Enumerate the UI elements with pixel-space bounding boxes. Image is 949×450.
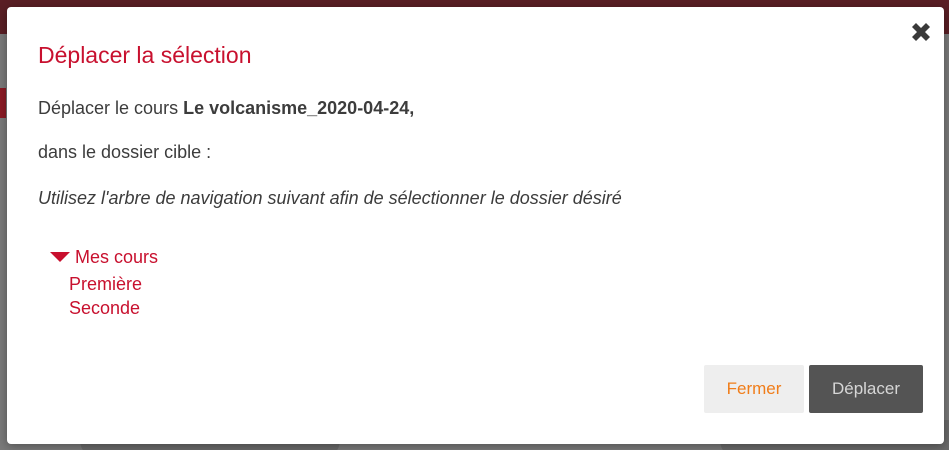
tree-root-label: Mes cours xyxy=(75,246,159,267)
background-edge-marker xyxy=(0,88,6,118)
target-folder-label: dans le dossier cible : xyxy=(38,142,212,162)
tree-children: Première Seconde xyxy=(69,272,158,320)
move-description-prefix: Déplacer le cours xyxy=(38,98,184,118)
navigation-instruction: Utilisez l'arbre de navigation suivant a… xyxy=(38,188,622,208)
folder-tree: Mes cours Première Seconde xyxy=(50,245,158,320)
dialog-title: Déplacer la sélection xyxy=(38,42,252,68)
close-icon xyxy=(912,23,930,41)
tree-item-premiere[interactable]: Première xyxy=(69,272,158,296)
course-name: Le volcanisme_2020-04-24, xyxy=(183,98,415,118)
move-button[interactable]: Déplacer xyxy=(809,365,923,413)
tree-item-seconde[interactable]: Seconde xyxy=(69,296,158,320)
move-description: Déplacer le cours Le volcanisme_2020-04-… xyxy=(38,98,414,119)
close-dialog-button[interactable] xyxy=(908,19,934,45)
tree-item-mes-cours[interactable]: Mes cours xyxy=(50,245,158,269)
close-button[interactable]: Fermer xyxy=(704,365,804,413)
move-selection-dialog: Déplacer la sélection Déplacer le cours … xyxy=(7,7,944,444)
caret-down-icon xyxy=(50,252,70,262)
